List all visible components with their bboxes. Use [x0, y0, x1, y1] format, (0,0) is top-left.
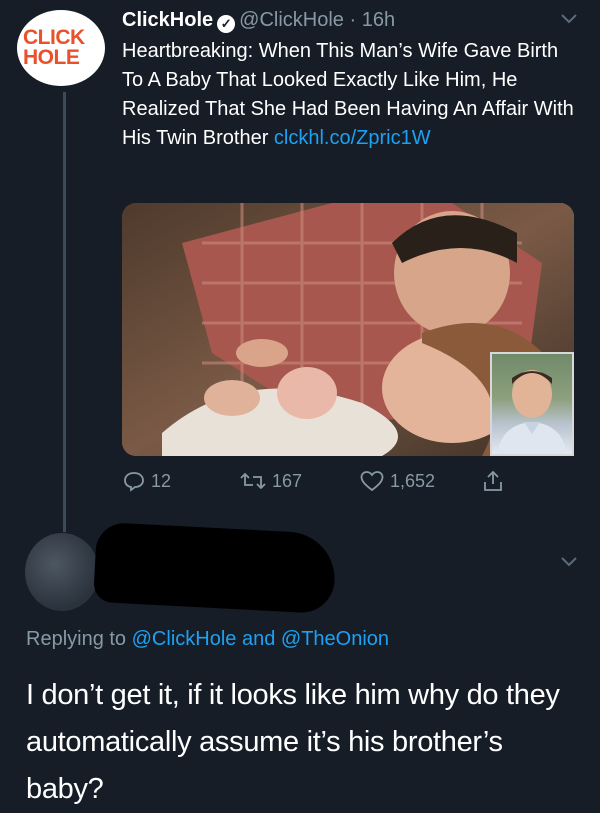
reply-action[interactable]: 12: [123, 470, 171, 492]
inset-photo[interactable]: [490, 352, 574, 456]
tweet-link[interactable]: clckhl.co/Zpric1W: [274, 127, 431, 149]
display-name[interactable]: ClickHole: [122, 9, 213, 31]
reply-text: I don’t get it, if it looks like him why…: [26, 679, 560, 805]
share-icon: [484, 470, 502, 491]
clickhole-logo: CLICK HOLE: [23, 26, 85, 69]
verified-badge-icon: ✓: [217, 15, 236, 33]
redaction-mark: [93, 521, 337, 615]
retweet-action[interactable]: 167: [240, 470, 302, 492]
timestamp[interactable]: 16h: [362, 9, 395, 31]
share-action[interactable]: [482, 470, 510, 492]
mention-conjunction: and: [241, 628, 276, 650]
clickhole-avatar[interactable]: CLICK HOLE: [17, 10, 105, 86]
retweet-count: 167: [272, 470, 303, 491]
reply-count: 12: [151, 470, 172, 491]
chevron-down-icon[interactable]: [558, 8, 580, 30]
mention-clickhole[interactable]: @ClickHole: [132, 628, 237, 650]
handle[interactable]: @ClickHole: [239, 9, 344, 31]
tweet-header: ClickHole ✓ @ClickHole · 16h: [122, 7, 395, 33]
inset-portrait: [497, 370, 567, 454]
heart-icon: [360, 471, 384, 492]
retweet-icon: [240, 472, 266, 490]
thread-line: [63, 92, 66, 532]
like-count: 1,652: [390, 470, 436, 491]
reply-avatar[interactable]: [25, 533, 99, 611]
like-action[interactable]: 1,652: [360, 470, 435, 492]
separator: ·: [349, 9, 357, 31]
replying-prefix: Replying to: [26, 628, 127, 650]
replying-to: Replying to @ClickHole and @TheOnion: [26, 626, 389, 652]
chevron-down-icon[interactable]: [558, 551, 580, 573]
tweet-text: Heartbreaking: When This Man’s Wife Gave…: [122, 37, 577, 153]
mention-theonion[interactable]: @TheOnion: [281, 628, 389, 650]
reply-icon: [124, 472, 144, 492]
